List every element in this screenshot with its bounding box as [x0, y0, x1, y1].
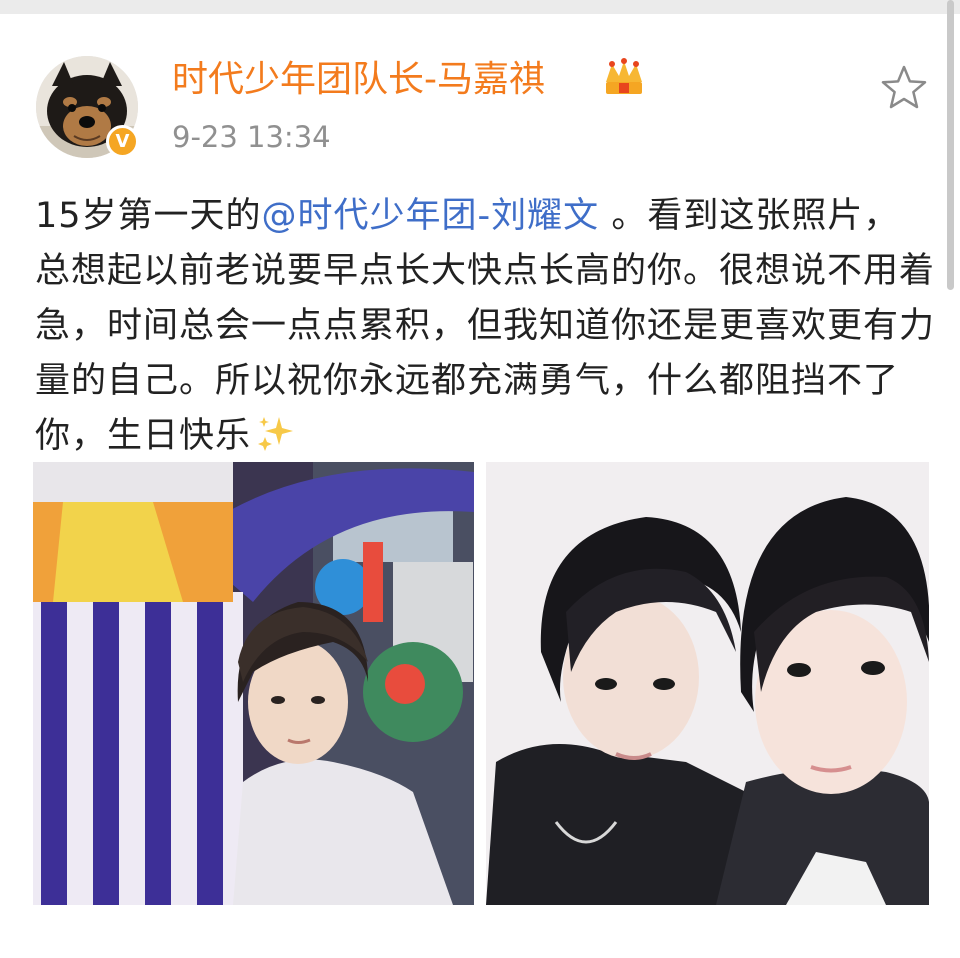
top-status-strip [0, 0, 960, 14]
post-body: 15岁第一天的@时代少年团-刘耀文 。看到这张照片，总想起以前老说要早点长大快点… [35, 189, 935, 464]
photo-right[interactable] [486, 462, 929, 905]
post-timestamp: 9-23 13:34 [172, 120, 331, 154]
scrollbar[interactable] [947, 0, 954, 290]
mention-link[interactable]: @时代少年团-刘耀文 [262, 196, 600, 236]
post-text-before: 15岁第一天的 [35, 196, 262, 236]
star-outline-icon[interactable] [880, 64, 928, 110]
verified-badge-icon: V [106, 125, 139, 158]
photo-left[interactable] [33, 462, 474, 905]
author-name[interactable]: 时代少年团队长-马嘉祺 [172, 58, 545, 102]
crown-icon [606, 58, 642, 94]
sparkles-emoji-icon [258, 417, 294, 451]
